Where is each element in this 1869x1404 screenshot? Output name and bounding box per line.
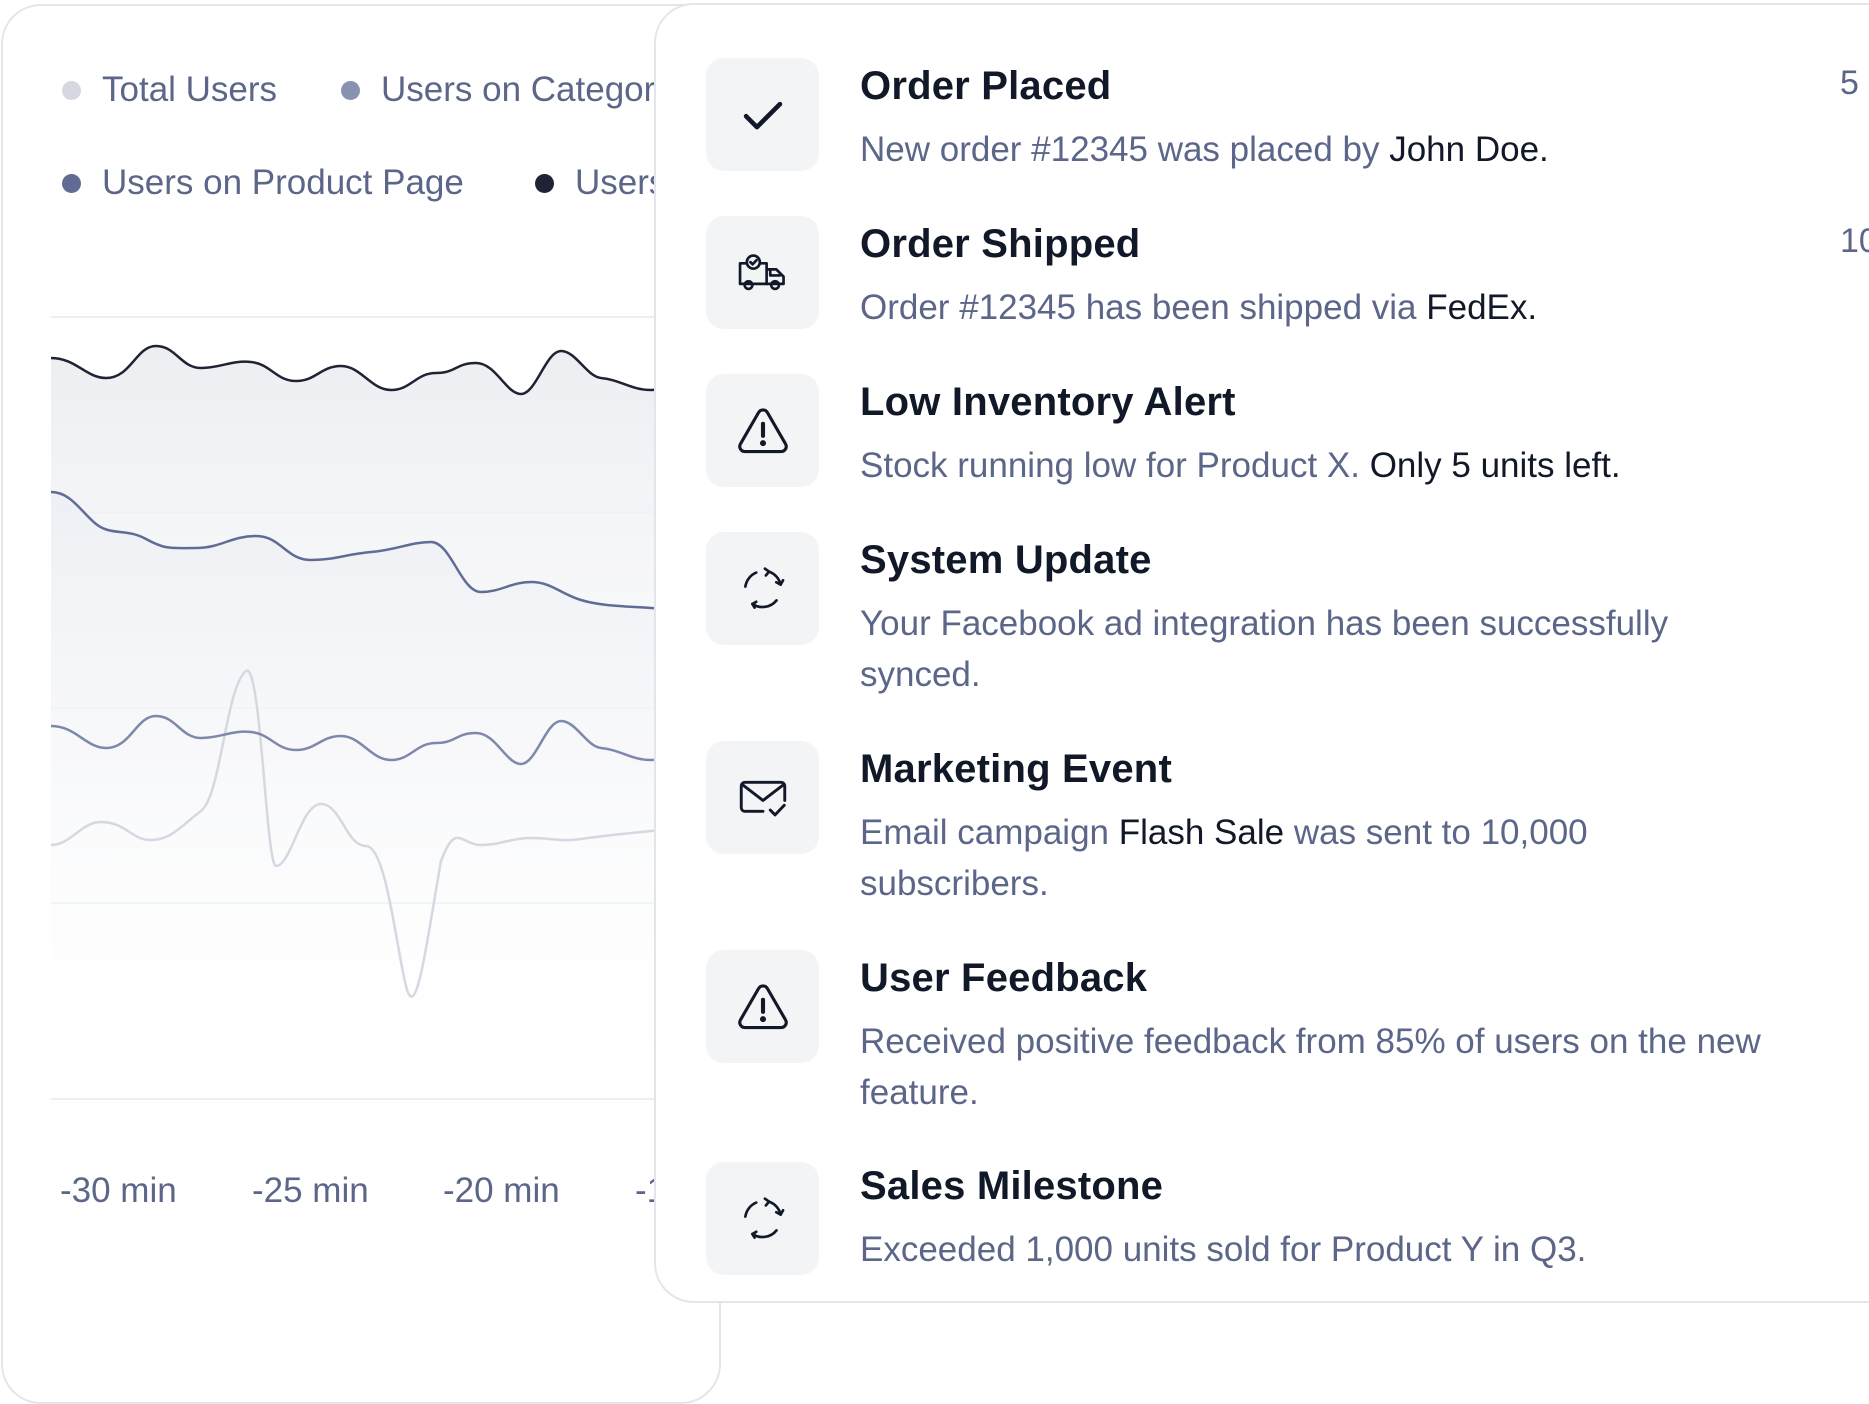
- legend-dot: [341, 80, 360, 100]
- description-highlight: Flash Sale: [1118, 813, 1285, 852]
- legend-dot: [62, 173, 81, 193]
- notification-description: Order #12345 has been shipped via FedEx.: [860, 282, 1780, 333]
- notification-title: Order Shipped: [860, 222, 1141, 266]
- sync-icon: [743, 1196, 784, 1239]
- sync-icon: [743, 566, 784, 609]
- legend-dot: [535, 173, 554, 193]
- notification-title: Low Inventory Alert: [860, 380, 1236, 424]
- x-axis-tick-label: -25 min: [252, 1171, 369, 1210]
- notification-title: Marketing Event: [860, 747, 1172, 791]
- legend-label: Total Users: [102, 70, 278, 109]
- x-axis-tick-label: -30 min: [60, 1171, 177, 1210]
- description-text: Order #12345 has been shipped via: [860, 288, 1427, 327]
- description-text: Your Facebook ad integration has been su…: [860, 604, 1669, 694]
- mail-check-icon: [739, 780, 786, 816]
- description-text: Exceeded 1,000 units sold for Product Y …: [860, 1230, 1587, 1269]
- legend-label: Users on Product Page: [102, 163, 464, 202]
- notification-time: 5: [1840, 64, 1859, 102]
- description-highlight: John Doe.: [1389, 130, 1549, 169]
- notification-description: Received positive feedback from 85% of u…: [860, 1016, 1780, 1118]
- notification-description: Stock running low for Product X. Only 5 …: [860, 440, 1780, 491]
- notification-icon-box: [706, 58, 819, 171]
- warning-icon: [737, 407, 788, 453]
- description-text: Received positive feedback from 85% of u…: [860, 1022, 1761, 1112]
- legend-item-total-users[interactable]: Total Users: [62, 70, 277, 110]
- description-text: New order #12345 was placed by: [860, 130, 1390, 169]
- description-text: Stock running low for Product X.: [860, 446, 1370, 485]
- notification-icon-box: [706, 1162, 819, 1275]
- notification-title: Sales Milestone: [860, 1164, 1164, 1208]
- legend-item-product-page[interactable]: Users on Product Page: [62, 163, 464, 203]
- notification-icon-box: [706, 741, 819, 854]
- notification-time: 10: [1840, 222, 1869, 260]
- description-text: Email campaign: [860, 813, 1119, 852]
- analytics-chart-card: Total Users Users on Category Page Users…: [1, 4, 721, 1404]
- notification-title: Order Placed: [860, 64, 1112, 108]
- line-chart: [51, 316, 719, 1100]
- notification-title: System Update: [860, 538, 1152, 582]
- notification-description: Your Facebook ad integration has been su…: [860, 598, 1780, 700]
- notification-icon-box: [706, 374, 819, 487]
- x-axis-tick-label: -20 min: [443, 1171, 560, 1210]
- notification-icon-box: [706, 950, 819, 1063]
- notification-description: Exceeded 1,000 units sold for Product Y …: [860, 1224, 1780, 1275]
- description-highlight: FedEx.: [1426, 288, 1538, 327]
- legend-dot: [62, 80, 81, 100]
- notification-icon-box: [706, 216, 819, 329]
- warning-icon: [737, 983, 788, 1029]
- truck-icon: [738, 253, 785, 290]
- notification-title: User Feedback: [860, 956, 1148, 1000]
- notifications-panel: Order Placed New order #12345 was placed…: [654, 3, 1869, 1303]
- notification-description: New order #12345 was placed by John Doe.: [860, 124, 1780, 175]
- notification-description: Email campaign Flash Sale was sent to 10…: [860, 807, 1780, 909]
- description-highlight: Only 5 units left.: [1369, 446, 1621, 485]
- check-icon: [743, 101, 782, 129]
- notification-icon-box: [706, 532, 819, 645]
